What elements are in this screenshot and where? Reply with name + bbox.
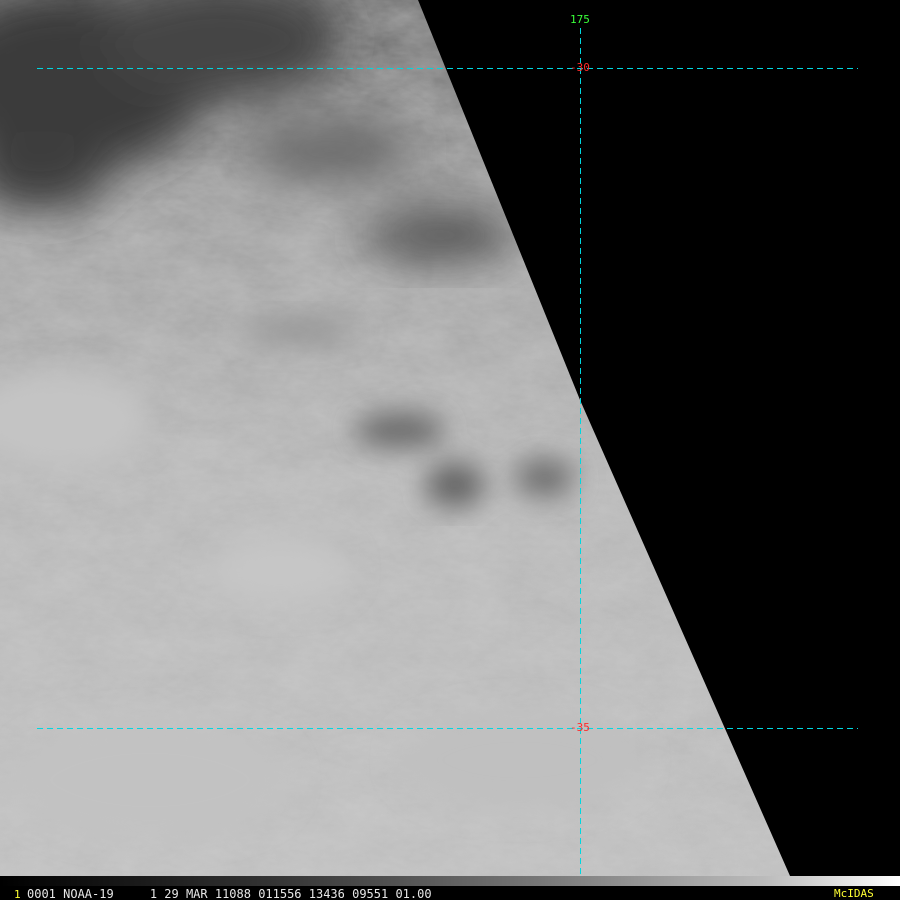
status-strip: 1 0001 NOAA-19 1 29 MAR 11088 011556 134… — [0, 886, 900, 900]
longitude-label: 175 — [570, 13, 590, 26]
satellite-scene — [0, 0, 900, 900]
latitude-label-lower: -35 — [570, 721, 590, 734]
mcidas-logo: McIDAS — [834, 887, 874, 900]
status-bar: 1 0001 NOAA-19 1 29 MAR 11088 011556 134… — [0, 876, 900, 900]
frame-number: 1 — [14, 888, 21, 900]
latitude-label-upper: -30 — [570, 61, 590, 74]
image-info-text: 0001 NOAA-19 1 29 MAR 11088 011556 13436… — [27, 887, 432, 900]
grayscale-bar — [0, 876, 900, 886]
